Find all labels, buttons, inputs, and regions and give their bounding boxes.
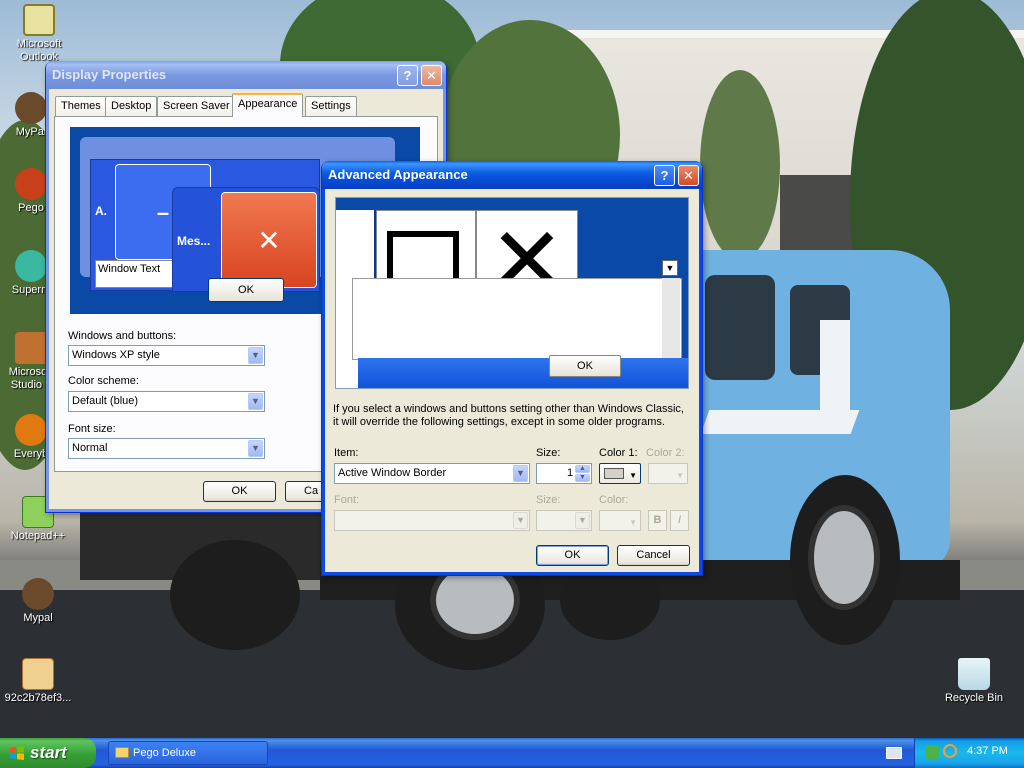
windows-buttons-value: Windows XP style [72, 349, 160, 361]
advanced-appearance-titlebar[interactable]: Advanced Appearance ? ✕ [322, 161, 702, 189]
tab-appearance[interactable]: Appearance [232, 93, 304, 117]
color-scheme-label: Color scheme: [68, 375, 139, 387]
desktop-icon-label: 92c2b78ef3... [4, 692, 72, 704]
display-properties-titlebar[interactable]: Display Properties ? ✕ [46, 61, 446, 89]
windows-logo-icon [10, 746, 24, 760]
system-tray: 4:37 PM [914, 738, 1024, 768]
desktop-icon-label: Mypal [23, 612, 53, 624]
task-label: Pego Deluxe [133, 747, 196, 759]
tab-themes[interactable]: Themes [55, 96, 107, 116]
chevron-down-icon: ▼ [513, 512, 528, 529]
keyboard-icon[interactable] [886, 747, 902, 759]
outlook-icon [23, 4, 55, 36]
window-title: Display Properties [52, 67, 167, 82]
preview-ok-button: OK [208, 278, 284, 302]
taskbar: start Pego Deluxe 4:37 PM [0, 738, 1024, 768]
font-size-value: Normal [72, 442, 108, 454]
clock[interactable]: 4:37 PM [967, 745, 1008, 757]
windows-buttons-select[interactable]: Windows XP style ▼ [68, 345, 265, 366]
color1-picker[interactable]: ▼ [599, 463, 641, 484]
italic-button: I [670, 510, 689, 531]
recycle-bin-icon [958, 658, 990, 690]
chevron-down-icon: ▼ [676, 471, 684, 480]
display-ok-button[interactable]: OK [203, 481, 276, 502]
font-color-picker: ▼ [599, 510, 641, 531]
bold-button: B [648, 510, 667, 531]
preview-ok-button: OK [549, 355, 621, 377]
item-value: Active Window Border [338, 467, 447, 479]
tab-desktop[interactable]: Desktop [105, 96, 158, 116]
chevron-down-icon: ▼ [629, 518, 637, 527]
desktop-icon-outlook[interactable]: Microsoft Outlook [1, 4, 77, 64]
font-color-label: Color: [599, 494, 629, 506]
color-scheme-select[interactable]: Default (blue) ▼ [68, 391, 265, 412]
chevron-down-icon[interactable]: ▼ [248, 393, 263, 410]
desktop-icon-recycle-bin[interactable]: Recycle Bin [936, 658, 1012, 705]
window-title: Advanced Appearance [328, 167, 468, 182]
preview-inactive-label: A. [95, 204, 107, 218]
display-cancel-button[interactable]: Ca [285, 481, 325, 502]
color2-picker: ▼ [648, 463, 688, 484]
help-button[interactable]: ? [397, 65, 418, 86]
preview-message-label: Mes... [177, 234, 211, 248]
preview-close-icon: ✕ [221, 192, 317, 288]
desktop-icon-file[interactable]: 92c2b78ef3... [0, 658, 76, 705]
studio-icon [15, 332, 47, 364]
start-button[interactable]: start [0, 738, 96, 768]
file-icon [22, 658, 54, 690]
chevron-down-icon: ▼ [575, 512, 590, 529]
font-label: Font: [334, 494, 360, 506]
close-button[interactable]: ✕ [678, 165, 699, 186]
chevron-down-icon[interactable]: ▼ [513, 465, 528, 482]
size-spinner[interactable]: 1 ▲ ▼ [536, 463, 592, 484]
font-size-label: Font size: [68, 423, 116, 435]
chevron-down-icon[interactable]: ▼ [248, 440, 263, 457]
item-select[interactable]: Active Window Border ▼ [334, 463, 530, 484]
tab-screen-saver[interactable]: Screen Saver [157, 96, 236, 116]
desktop-icon-label: Notepad++ [10, 530, 66, 542]
color2-label: Color 2: [646, 447, 685, 459]
desktop-icon-mypal-2[interactable]: Mypal [0, 578, 76, 625]
windows-buttons-label: Windows and buttons: [68, 330, 177, 342]
font-size-label: Size: [536, 494, 561, 506]
close-button[interactable]: ✕ [421, 65, 442, 86]
pego-icon [15, 168, 47, 200]
advanced-preview[interactable]: ✕ ▼ OK [335, 197, 689, 389]
item-label: Item: [334, 447, 359, 459]
everything-icon [15, 414, 47, 446]
spin-down-icon[interactable]: ▼ [575, 474, 590, 482]
color1-label: Color 1: [599, 447, 638, 459]
search-icon[interactable] [943, 744, 957, 758]
desktop-icon-label: Recycle Bin [944, 692, 1004, 704]
font-size-select: ▼ [536, 510, 592, 531]
tab-settings[interactable]: Settings [305, 96, 357, 116]
taskbar-task-pego[interactable]: Pego Deluxe [108, 741, 268, 765]
size-value: 1 [567, 467, 574, 479]
font-size-select[interactable]: Normal ▼ [68, 438, 265, 459]
scroll-down-icon: ▼ [662, 260, 678, 276]
mypal-icon [15, 92, 47, 124]
start-label: start [30, 743, 67, 762]
color-swatch [604, 468, 624, 479]
chevron-down-icon: ▼ [629, 471, 637, 480]
network-icon[interactable] [925, 745, 939, 759]
help-button[interactable]: ? [654, 165, 675, 186]
advanced-cancel-button[interactable]: Cancel [617, 545, 690, 566]
color-scheme-value: Default (blue) [72, 395, 139, 407]
size-label: Size: [536, 447, 561, 459]
folder-icon [115, 747, 129, 758]
info-text: If you select a windows and buttons sett… [333, 403, 684, 428]
font-select: ▼ [334, 510, 530, 531]
spin-up-icon[interactable]: ▲ [575, 465, 590, 473]
preview-window-text: Window Text [98, 263, 161, 275]
advanced-ok-button[interactable]: OK [536, 545, 609, 566]
superm-icon [15, 250, 47, 282]
chevron-down-icon[interactable]: ▼ [248, 347, 263, 364]
mypal-icon [22, 578, 54, 610]
